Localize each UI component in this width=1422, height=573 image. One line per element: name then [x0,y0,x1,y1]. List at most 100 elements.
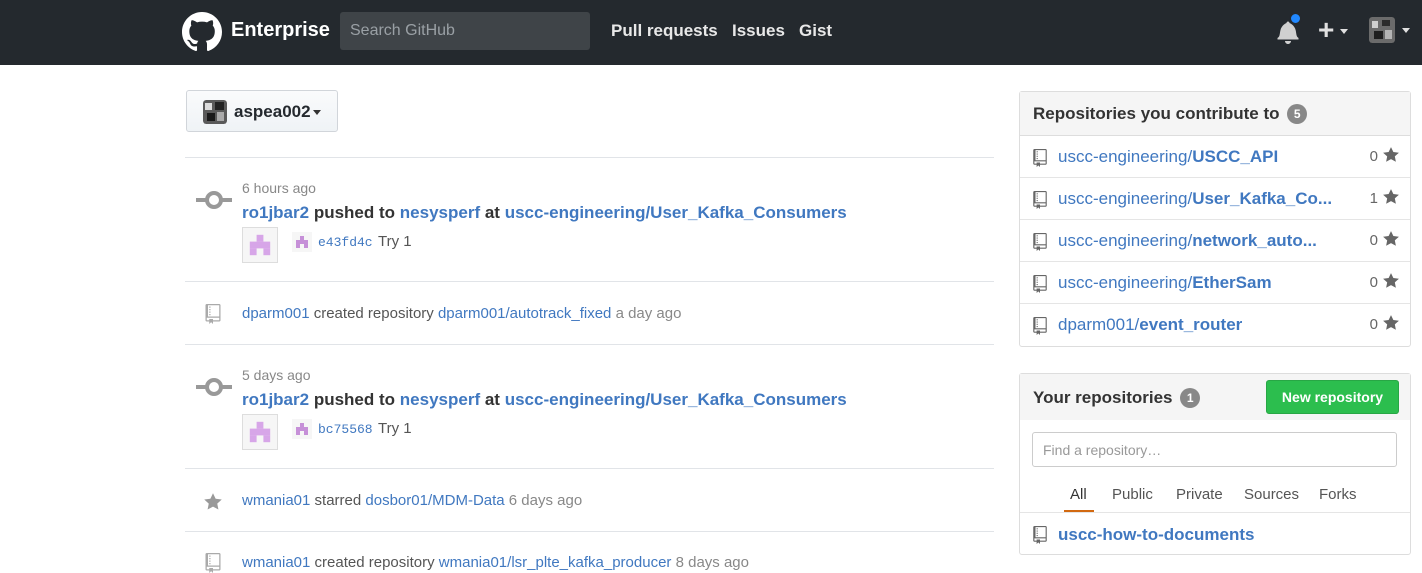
github-logo-icon[interactable] [182,12,222,52]
repo-link[interactable]: uscc-engineering/User_Kafka_Co... [1058,189,1332,209]
avatar[interactable] [292,232,312,252]
star-icon [204,493,222,510]
tab-forks[interactable]: Forks [1319,486,1357,503]
repo-owner: uscc-engineering/ [1058,189,1193,208]
commit-message: Try 1 [378,420,412,437]
action-text: created repository [314,554,435,571]
tab-all[interactable]: All [1070,486,1087,503]
repo-name: EtherSam [1192,273,1272,292]
count-badge: 1 [1180,388,1201,408]
commit-sha-link[interactable]: e43fd4c [318,235,373,250]
feed-title: ro1jbar2 pushed to nesysperf at uscc-eng… [242,390,847,410]
commit-icon [196,378,232,396]
repo-link[interactable]: dosbor01/MDM-Data [365,492,504,509]
chevron-down-icon[interactable] [1340,29,1348,34]
panel-header: Repositories you contribute to 5 [1020,92,1410,136]
repo-name: event_router [1139,315,1243,334]
feed-line: dparm001 created repository dparm001/aut… [242,305,681,322]
user-link[interactable]: wmania01 [242,554,310,571]
branch-link[interactable]: nesysperf [400,203,480,222]
panel-title: Your repositories 1 [1033,388,1201,408]
repo-link[interactable]: dparm001/autotrack_fixed [438,305,611,322]
repo-name: USCC_API [1192,147,1279,166]
panel-title: Repositories you contribute to 5 [1033,104,1308,124]
repo-name: User_Kafka_Co... [1192,189,1333,208]
feed-line: wmania01 starred dosbor01/MDM-Data 6 day… [242,492,582,509]
tab-public[interactable]: Public [1112,486,1153,503]
divider [185,468,994,469]
account-switcher-button[interactable]: aspea002 [186,90,338,132]
repo-owner: uscc-engineering/ [1058,231,1193,250]
repo-link[interactable]: uscc-engineering/User_Kafka_Consumers [505,203,847,222]
tab-sources[interactable]: Sources [1244,486,1299,503]
repo-link[interactable]: dparm001/event_router [1058,315,1242,335]
star-icon [1383,147,1399,162]
repo-owner: uscc-engineering/ [1058,147,1193,166]
star-count: 0 [1369,274,1378,291]
repo-list-item[interactable]: uscc-engineering/User_Kafka_Co... 1 [1020,178,1410,220]
avatar[interactable] [242,414,278,450]
branch-link[interactable]: nesysperf [400,390,480,409]
repo-list-item[interactable]: uscc-engineering/USCC_API 0 [1020,136,1410,178]
repo-link[interactable]: uscc-engineering/network_auto... [1058,231,1317,251]
repo-name: network_auto... [1192,231,1317,250]
repo-icon [1033,317,1047,335]
repo-list-item[interactable]: uscc-engineering/EtherSam 0 [1020,262,1410,304]
nav-issues[interactable]: Issues [732,21,785,41]
star-icon [1383,231,1399,246]
star-count: 0 [1369,148,1378,165]
avatar [203,100,227,124]
repo-icon [1033,526,1047,544]
repo-icon [1033,149,1047,167]
user-link[interactable]: dparm001 [242,305,310,322]
panel-title-text: Repositories you contribute to [1033,104,1280,123]
avatar[interactable] [1369,17,1395,43]
site-header: Enterprise Pull requests Issues Gist + [0,0,1422,65]
count-badge: 5 [1287,104,1308,124]
repo-icon [205,553,221,573]
action-text: at [484,203,500,222]
find-repository-input[interactable] [1032,432,1397,467]
repo-icon [1033,275,1047,293]
star-icon [1383,315,1399,330]
tab-private[interactable]: Private [1176,486,1223,503]
nav-pull-requests[interactable]: Pull requests [611,21,718,41]
repo-icon [1033,233,1047,251]
divider [185,281,994,282]
user-link[interactable]: ro1jbar2 [242,390,309,409]
user-link[interactable]: ro1jbar2 [242,203,309,222]
action-text: pushed to [313,203,396,222]
repo-icon [1033,191,1047,209]
avatar[interactable] [292,419,312,439]
commit-message: Try 1 [378,233,412,250]
repo-link[interactable]: uscc-engineering/USCC_API [1058,147,1278,167]
panel-title-text: Your repositories [1033,388,1173,407]
repo-link[interactable]: wmania01/lsr_plte_kafka_producer [439,554,672,571]
repo-list-item[interactable]: dparm001/event_router 0 [1020,304,1410,346]
repo-icon [205,304,221,324]
repo-link[interactable]: uscc-how-to-documents [1058,525,1254,545]
plus-icon[interactable]: + [1318,14,1334,46]
repo-link[interactable]: uscc-engineering/EtherSam [1058,273,1272,293]
chevron-down-icon[interactable] [1402,28,1410,33]
timestamp: 6 days ago [508,492,583,509]
brand-label[interactable]: Enterprise [231,19,330,42]
action-text: starred [314,492,362,509]
timestamp: 5 days ago [242,367,311,383]
commit-sha-link[interactable]: bc75568 [318,422,373,437]
avatar[interactable] [242,227,278,263]
timestamp: 6 hours ago [242,180,316,196]
user-link[interactable]: wmania01 [242,492,310,509]
account-name: aspea002 [234,102,311,121]
timestamp: 8 days ago [675,554,749,571]
nav-gist[interactable]: Gist [799,21,832,41]
repo-list-item[interactable]: uscc-engineering/network_auto... 0 [1020,220,1410,262]
star-count: 1 [1369,190,1378,207]
action-text: pushed to [313,390,396,409]
divider [185,344,994,345]
new-repository-button[interactable]: New repository [1266,380,1399,414]
repo-owner: uscc-engineering/ [1058,273,1193,292]
repo-link[interactable]: uscc-engineering/User_Kafka_Consumers [505,390,847,409]
divider [185,157,994,158]
search-input[interactable] [340,12,590,50]
